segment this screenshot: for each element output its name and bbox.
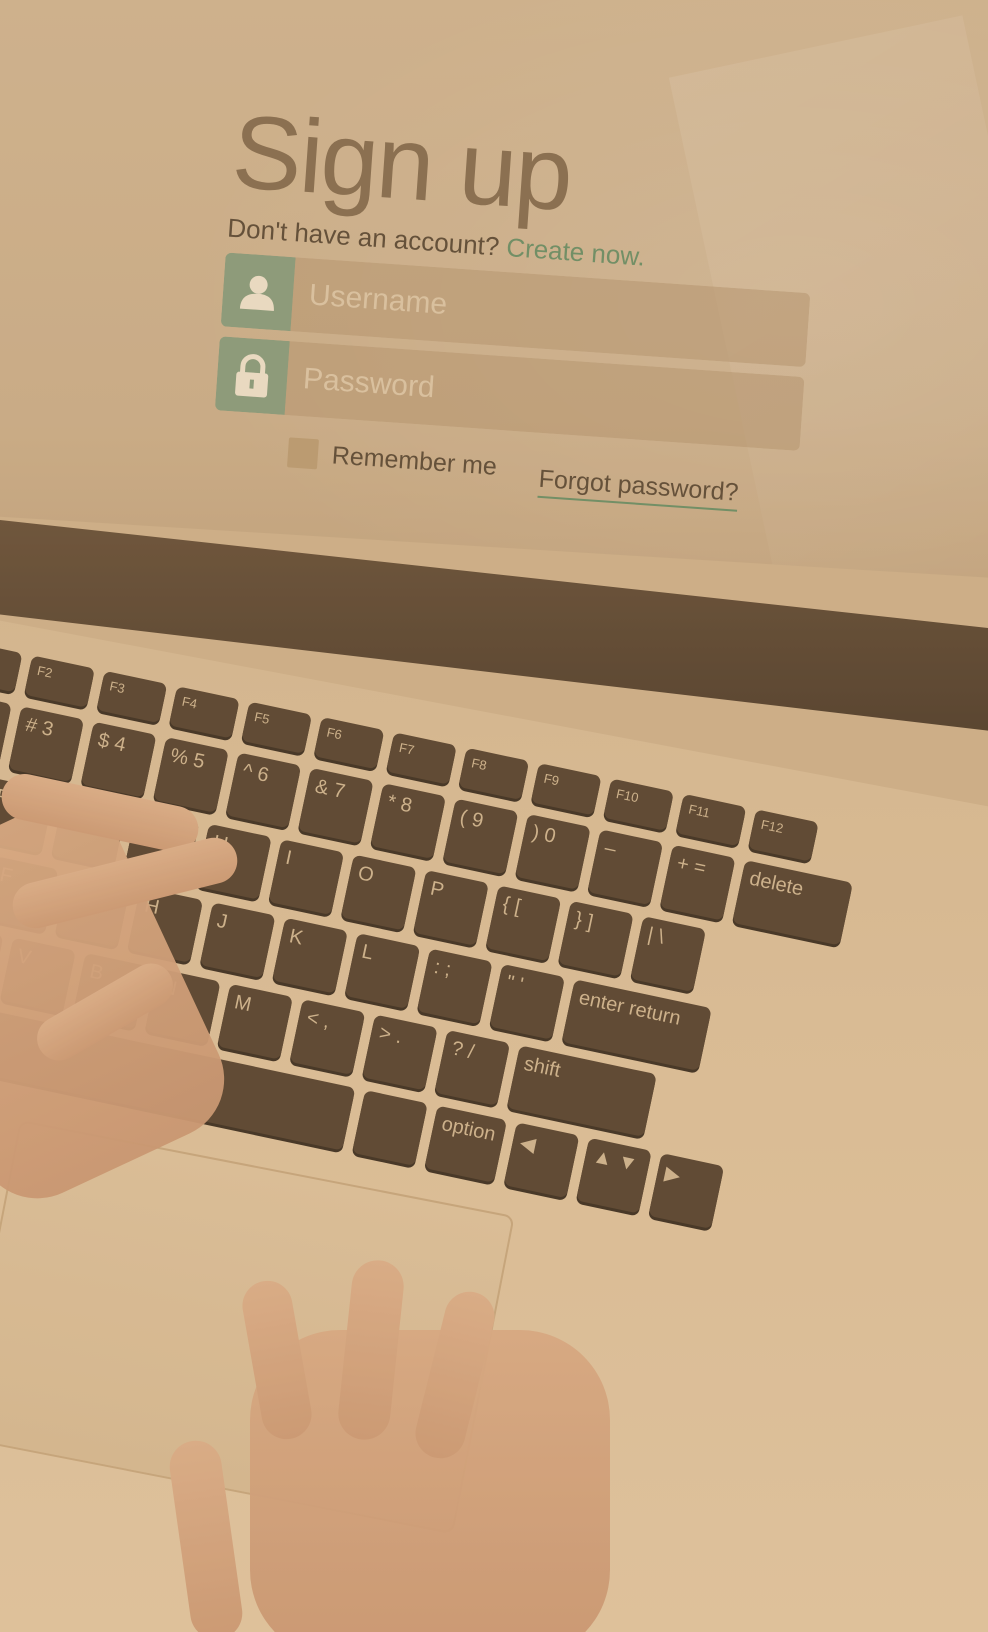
- key[interactable]: ^ 6: [225, 752, 302, 829]
- option-key[interactable]: option: [424, 1105, 507, 1183]
- key[interactable]: } ]: [557, 900, 634, 977]
- key[interactable]: L: [344, 933, 421, 1010]
- laptop-photo: Sign up Don't have an account? Create no…: [0, 0, 988, 1632]
- shift-key[interactable]: shift: [506, 1045, 657, 1137]
- key[interactable]: $ 4: [80, 721, 157, 798]
- signup-form: Sign up Don't have an account? Create no…: [193, 92, 864, 578]
- key[interactable]: P: [413, 869, 489, 946]
- key[interactable]: > .: [361, 1014, 438, 1091]
- remember-me-label: Remember me: [330, 440, 498, 481]
- key[interactable]: ? /: [434, 1029, 511, 1106]
- delete-key[interactable]: delete: [732, 860, 853, 946]
- create-account-link[interactable]: Create now.: [505, 232, 646, 272]
- arrow-up-down-key[interactable]: ▲ ▼: [575, 1137, 652, 1214]
- key[interactable]: –: [587, 829, 664, 906]
- key[interactable]: ) 0: [514, 813, 591, 890]
- key[interactable]: I: [268, 839, 345, 916]
- key[interactable]: K: [272, 917, 348, 994]
- user-icon: [220, 252, 296, 332]
- key[interactable]: O: [340, 854, 417, 931]
- arrow-right-key[interactable]: ▶: [647, 1152, 724, 1229]
- key[interactable]: % 5: [153, 737, 229, 813]
- key[interactable]: < ,: [289, 999, 366, 1076]
- arrow-left-key[interactable]: ◀: [503, 1122, 580, 1199]
- key[interactable]: { [: [485, 885, 562, 962]
- key[interactable]: # 3: [8, 706, 85, 783]
- key[interactable]: * 8: [370, 783, 447, 860]
- remember-me-checkbox[interactable]: [286, 437, 319, 470]
- forgot-password-link[interactable]: Forgot password?: [537, 464, 740, 512]
- enter-key[interactable]: enter return: [561, 979, 712, 1071]
- key[interactable]: : ;: [416, 948, 493, 1025]
- key[interactable]: " ': [489, 963, 566, 1040]
- key[interactable]: + =: [659, 844, 736, 921]
- page-title: Sign up: [228, 93, 575, 234]
- remember-me: Remember me: [286, 437, 498, 482]
- key[interactable]: [351, 1090, 428, 1167]
- key[interactable]: | \: [630, 916, 707, 993]
- key[interactable]: M: [217, 983, 294, 1060]
- key[interactable]: & 7: [297, 767, 374, 844]
- key[interactable]: J: [199, 902, 276, 979]
- key[interactable]: ( 9: [442, 798, 519, 875]
- lock-icon: [214, 336, 290, 415]
